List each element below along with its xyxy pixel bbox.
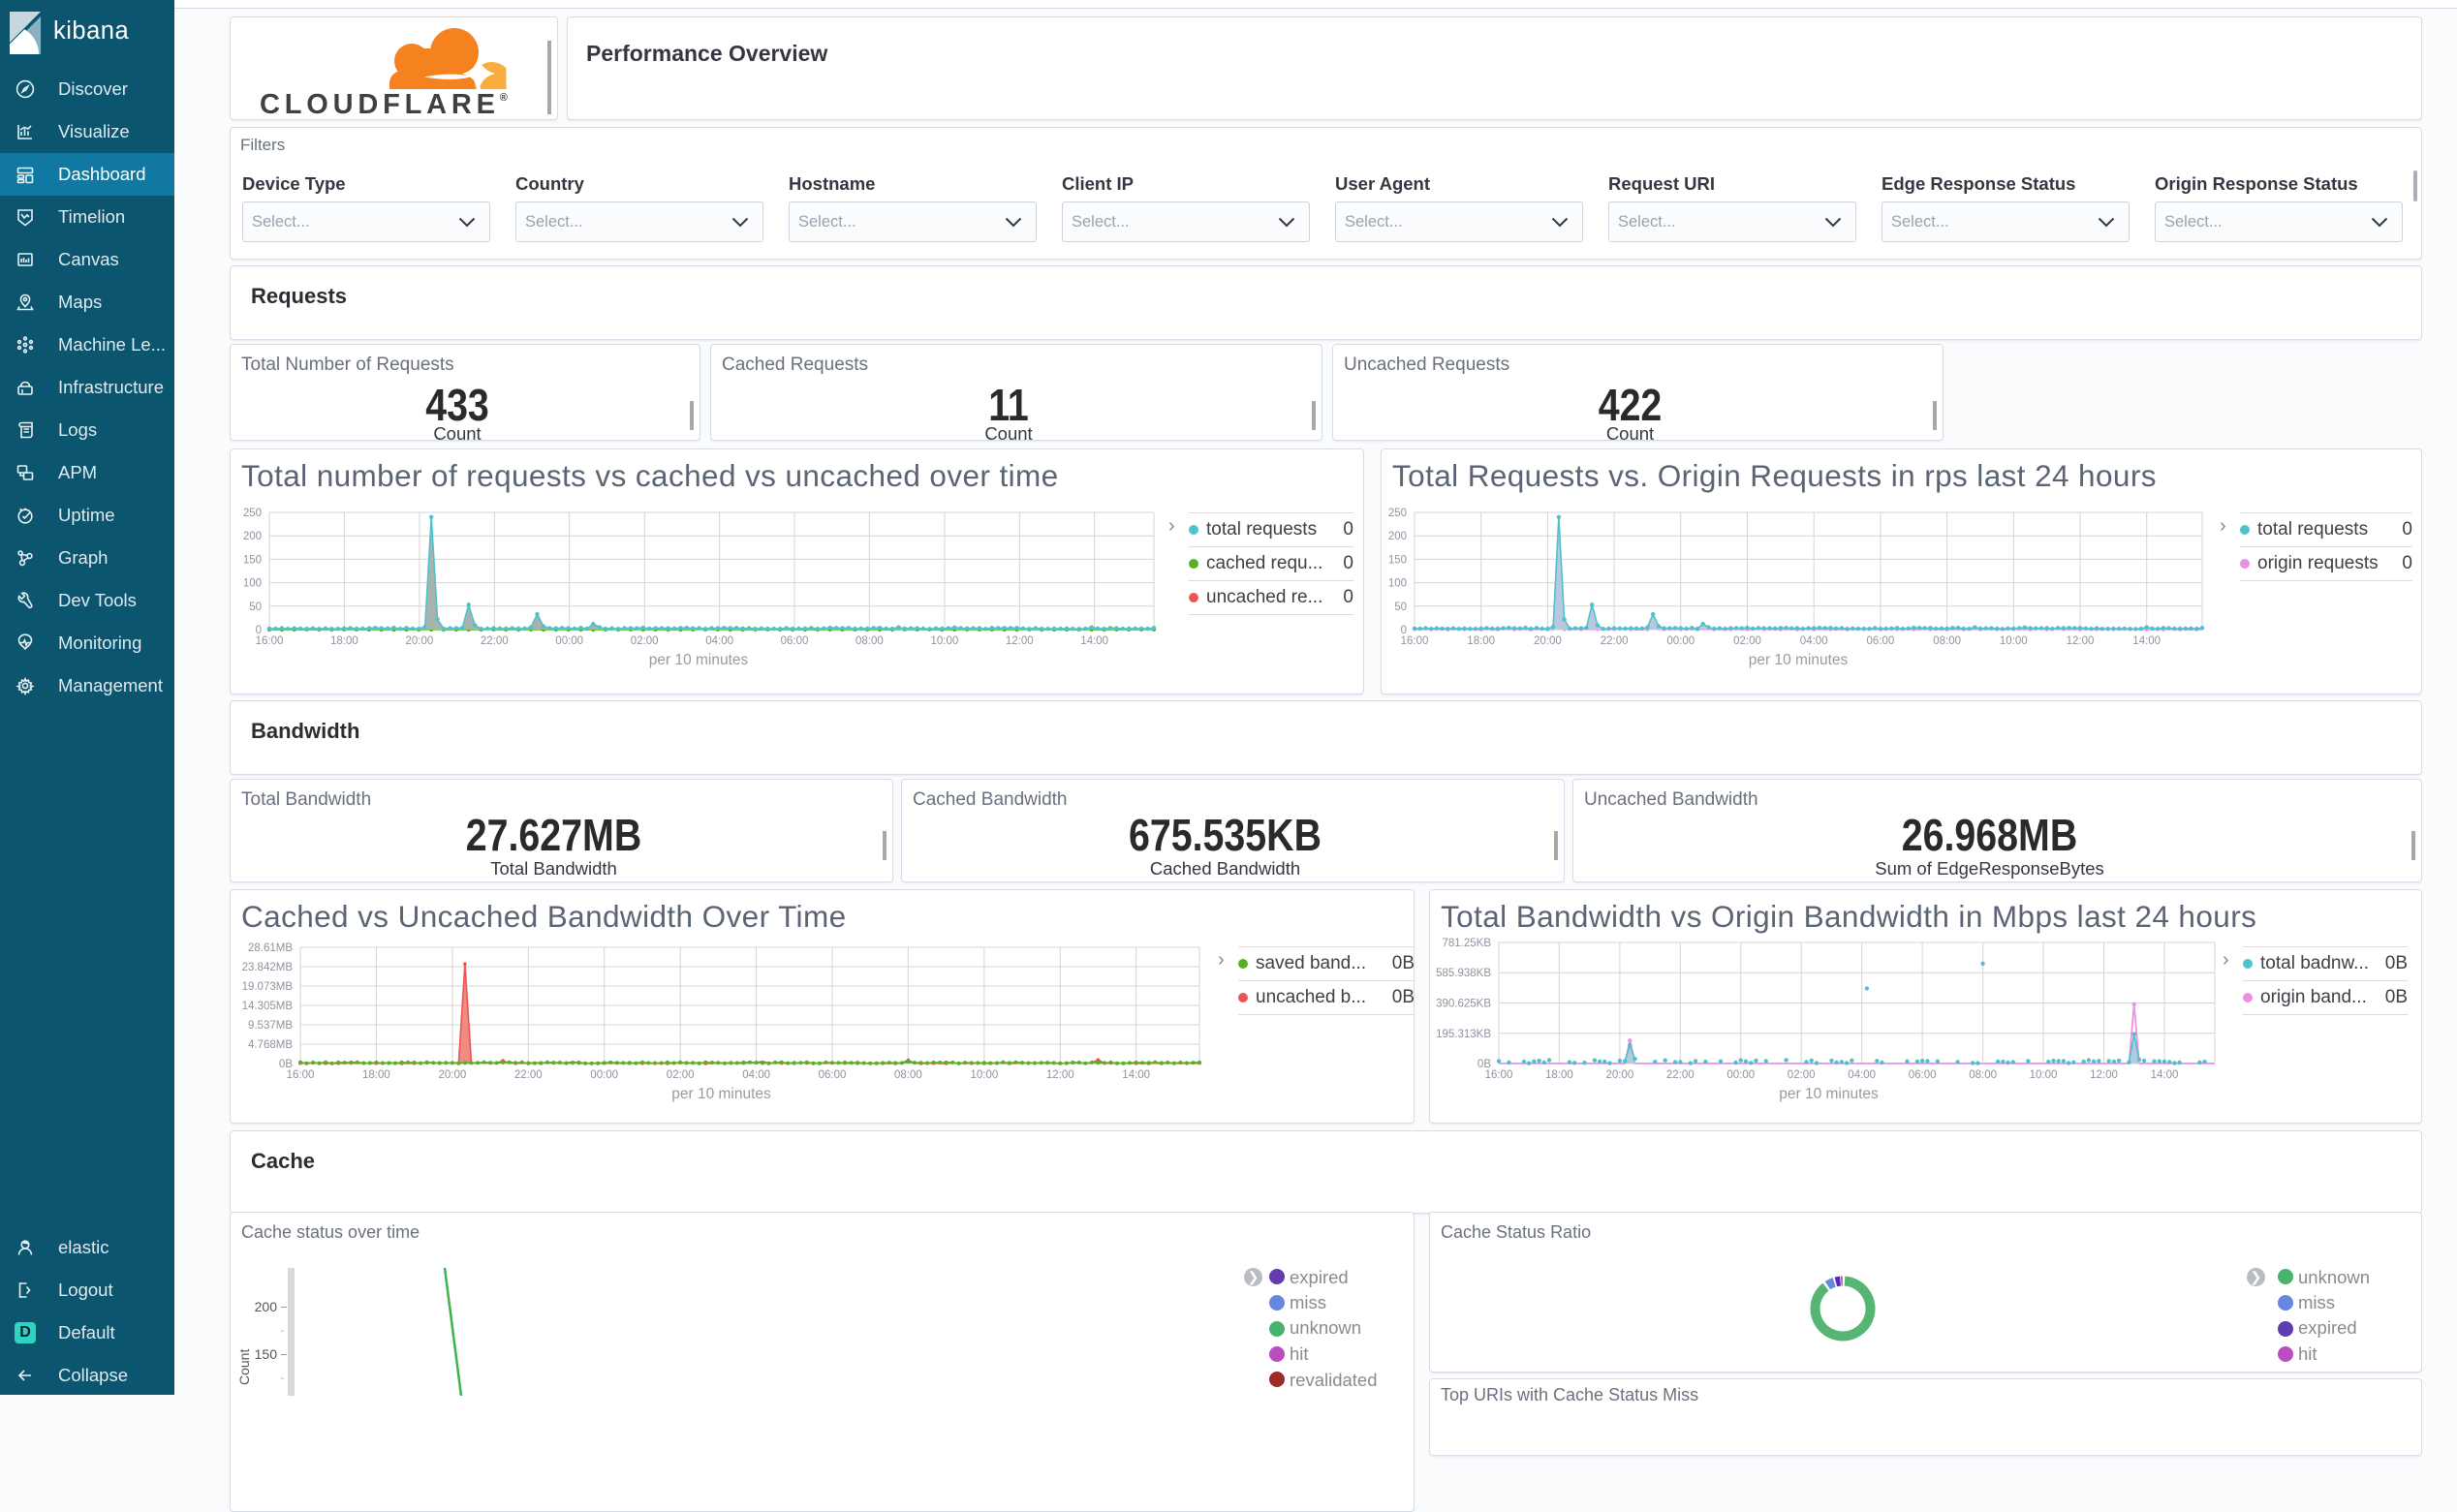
svg-text:4.768MB: 4.768MB (248, 1039, 293, 1051)
svg-text:12:00: 12:00 (1046, 1069, 1074, 1081)
svg-text:16:00: 16:00 (287, 1069, 315, 1081)
svg-text:22:00: 22:00 (514, 1069, 543, 1081)
svg-text:04:00: 04:00 (1848, 1069, 1876, 1081)
svg-text:200: 200 (1388, 531, 1407, 542)
svg-text:00:00: 00:00 (1666, 635, 1695, 647)
svg-text:14:00: 14:00 (1080, 635, 1108, 647)
svg-text:20:00: 20:00 (406, 635, 434, 647)
svg-text:585.938KB: 585.938KB (1436, 968, 1491, 979)
svg-text:18:00: 18:00 (1467, 635, 1495, 647)
svg-text:22:00: 22:00 (1601, 635, 1629, 647)
svg-text:10:00: 10:00 (971, 1069, 999, 1081)
svg-text:390.625KB: 390.625KB (1436, 999, 1491, 1010)
svg-text:08:00: 08:00 (855, 635, 884, 647)
svg-text:18:00: 18:00 (330, 635, 358, 647)
svg-text:14:00: 14:00 (1122, 1069, 1150, 1081)
svg-text:250: 250 (1388, 508, 1407, 519)
svg-text:150: 150 (255, 1346, 278, 1362)
svg-text:100: 100 (1388, 578, 1407, 590)
svg-text:06:00: 06:00 (819, 1069, 847, 1081)
svg-text:18:00: 18:00 (362, 1069, 390, 1081)
svg-text:200: 200 (255, 1299, 278, 1314)
svg-text:08:00: 08:00 (1969, 1069, 1997, 1081)
svg-text:195.313KB: 195.313KB (1436, 1029, 1491, 1040)
svg-text:00:00: 00:00 (1726, 1069, 1755, 1081)
svg-text:04:00: 04:00 (1800, 635, 1828, 647)
svg-text:22:00: 22:00 (1666, 1069, 1695, 1081)
svg-text:04:00: 04:00 (705, 635, 733, 647)
svg-text:20:00: 20:00 (1606, 1069, 1634, 1081)
svg-text:100: 100 (243, 578, 262, 590)
svg-text:06:00: 06:00 (1909, 1069, 1937, 1081)
svg-text:150: 150 (243, 554, 262, 566)
svg-text:00:00: 00:00 (590, 1069, 618, 1081)
svg-text:16:00: 16:00 (1401, 635, 1429, 647)
svg-text:04:00: 04:00 (742, 1069, 770, 1081)
svg-text:06:00: 06:00 (781, 635, 809, 647)
svg-text:20:00: 20:00 (1534, 635, 1562, 647)
svg-text:14:00: 14:00 (2132, 635, 2161, 647)
svg-text:22:00: 22:00 (481, 635, 509, 647)
svg-text:00:00: 00:00 (555, 635, 583, 647)
svg-text:19.073MB: 19.073MB (242, 981, 294, 993)
svg-text:02:00: 02:00 (631, 635, 659, 647)
svg-text:50: 50 (1394, 602, 1407, 613)
svg-text:12:00: 12:00 (2067, 635, 2095, 647)
svg-text:16:00: 16:00 (256, 635, 284, 647)
svg-text:16:00: 16:00 (1485, 1069, 1513, 1081)
svg-text:10:00: 10:00 (931, 635, 959, 647)
svg-text:9.537MB: 9.537MB (248, 1020, 293, 1032)
svg-text:02:00: 02:00 (1788, 1069, 1816, 1081)
svg-text:10:00: 10:00 (2000, 635, 2028, 647)
svg-text:02:00: 02:00 (1733, 635, 1761, 647)
svg-text:08:00: 08:00 (1933, 635, 1961, 647)
svg-text:06:00: 06:00 (1867, 635, 1895, 647)
svg-text:781.25KB: 781.25KB (1442, 938, 1491, 949)
svg-text:23.842MB: 23.842MB (242, 962, 294, 973)
svg-text:14.305MB: 14.305MB (242, 1001, 294, 1012)
svg-text:200: 200 (243, 531, 262, 542)
svg-text:10:00: 10:00 (2030, 1069, 2058, 1081)
svg-text:12:00: 12:00 (2090, 1069, 2118, 1081)
svg-text:150: 150 (1388, 554, 1407, 566)
svg-text:18:00: 18:00 (1545, 1069, 1573, 1081)
svg-text:02:00: 02:00 (667, 1069, 695, 1081)
svg-text:08:00: 08:00 (894, 1069, 922, 1081)
svg-text:50: 50 (249, 602, 262, 613)
svg-text:250: 250 (243, 508, 262, 519)
svg-text:14:00: 14:00 (2151, 1069, 2179, 1081)
svg-text:28.61MB: 28.61MB (248, 942, 293, 954)
svg-text:12:00: 12:00 (1006, 635, 1034, 647)
svg-text:20:00: 20:00 (439, 1069, 467, 1081)
